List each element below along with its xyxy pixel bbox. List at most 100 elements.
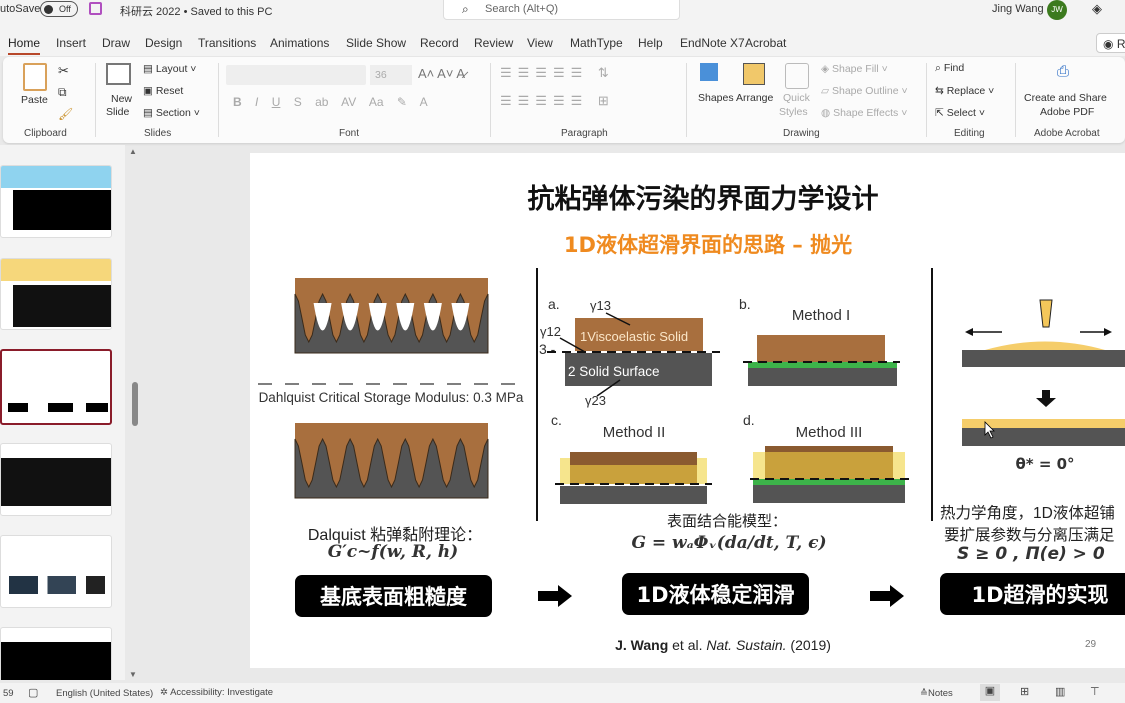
layout-button[interactable]: Layout [156, 63, 188, 75]
method1-substrate [748, 368, 897, 386]
autosave-label: utoSave [0, 3, 41, 15]
new-slide-button[interactable]: New [111, 93, 132, 105]
slide-thumbnail[interactable] [0, 165, 112, 238]
accessibility-button[interactable]: ✲ Accessibility: Investigate [160, 687, 273, 698]
select-button[interactable]: Select [947, 107, 976, 119]
tab-animations[interactable]: Animations [270, 36, 329, 50]
gamma23-label: γ23 [585, 393, 606, 408]
language-indicator[interactable]: English (United States) [56, 688, 153, 699]
new-slide-icon[interactable] [106, 63, 131, 85]
tab-home[interactable]: Home [8, 36, 41, 55]
title-bar: utoSave Off 科研云 2022 • Saved to this PC … [0, 0, 1125, 30]
slide-thumbnail[interactable] [0, 258, 112, 330]
arrange-button[interactable]: Arrange [736, 92, 773, 104]
method3-label: Method III [795, 424, 863, 441]
tab-slide-show[interactable]: Slide Show [346, 36, 406, 50]
thumbnail-scrollbar[interactable]: ▲ ▼ [128, 145, 140, 680]
search-icon: ⌕ [462, 2, 469, 16]
gamma12-label: γ12 [540, 324, 561, 339]
arrange-icon[interactable] [743, 63, 765, 85]
record-button[interactable]: ◉ R [1096, 33, 1125, 53]
substrate-roughness-box: 基底表面粗糙度 [295, 575, 492, 617]
shape-fill-button[interactable]: Shape Fill [832, 63, 879, 75]
tab-draw[interactable]: Draw [102, 36, 130, 50]
accessibility-icon: ✲ [160, 687, 168, 698]
find-button[interactable]: Find [944, 62, 964, 74]
paste-icon[interactable] [23, 63, 47, 91]
font-size-buttons[interactable]: A˄ A˅ A̷ [418, 66, 465, 81]
save-icon[interactable] [89, 2, 102, 15]
slide-thumbnail[interactable] [0, 443, 112, 516]
tab-view[interactable]: View [527, 36, 553, 50]
tab-help[interactable]: Help [638, 36, 663, 50]
method3-substrate [753, 485, 905, 503]
avatar[interactable]: JW [1047, 0, 1067, 20]
solid-surface-label: 2 Solid Surface [568, 364, 660, 379]
normal-view-icon[interactable]: ▣ [980, 684, 1000, 701]
format-painter-icon[interactable]: 🖌 [58, 107, 73, 121]
notes-button[interactable]: ≙Notes [920, 688, 953, 699]
method3-block [765, 446, 893, 452]
status-bar: 59 ▢ English (United States) ✲ Accessibi… [0, 683, 1125, 703]
slide-thumbnail[interactable] [0, 535, 112, 608]
tab-endnote[interactable]: EndNote X7 [680, 36, 745, 50]
rough-surface-diagram-top [294, 278, 489, 354]
cut-icon[interactable]: ✂ [58, 63, 69, 79]
tab-mathtype[interactable]: MathType [570, 36, 623, 50]
panel-label-c: c. [551, 412, 562, 428]
shapes-icon[interactable] [700, 63, 718, 81]
method2-swollen [570, 465, 697, 484]
toggle-state: Off [59, 4, 71, 14]
slide-canvas[interactable]: 抗粘弹体污染的界面力学设计 1D液体超滑界面的思路 – 抛光 Dahlquist… [250, 153, 1125, 668]
panel-label-d: d. [743, 412, 755, 428]
tab-review[interactable]: Review [474, 36, 513, 50]
group-label-font: Font [339, 128, 360, 139]
font-name-field[interactable] [226, 65, 366, 85]
spellcheck-icon[interactable]: ▢ [28, 686, 38, 699]
quick-styles-icon[interactable] [785, 63, 809, 89]
group-label-acrobat: Adobe Acrobat [1034, 128, 1100, 139]
quick-styles-button[interactable]: Quick [783, 92, 810, 104]
paste-button[interactable]: Paste [21, 94, 48, 106]
replace-button[interactable]: Replace [947, 85, 986, 97]
scrollbar-thumb[interactable] [132, 382, 138, 426]
ribbon-tabs: Home Insert Draw Design Transitions Anim… [0, 30, 1125, 56]
autosave-toggle[interactable]: Off [40, 1, 78, 17]
list-buttons[interactable]: ☰☰☰☰☰ ⇅ [500, 65, 615, 81]
shape-outline-button[interactable]: Shape Outline [832, 85, 899, 97]
slideshow-icon[interactable]: ⊤ [1090, 685, 1100, 698]
liquid-lubrication-box: 1D液体稳定润滑 [622, 573, 809, 615]
tab-design[interactable]: Design [145, 36, 182, 50]
tab-acrobat[interactable]: Acrobat [745, 36, 786, 50]
search-box[interactable]: ⌕ Search (Alt+Q) [443, 0, 680, 20]
document-title[interactable]: 科研云 2022 • Saved to this PC [120, 3, 272, 19]
create-pdf-label: Adobe PDF [1040, 106, 1095, 118]
shapes-button[interactable]: Shapes [698, 92, 734, 104]
ribbon: Paste ✂ ⧉ 🖌 Clipboard New Slide ▤ Layout… [3, 57, 1125, 143]
surface-energy-model-label: 表面结合能模型： [666, 513, 788, 530]
dahlquist-formula: G′c~f(w, R, h) [327, 542, 459, 562]
font-size-field[interactable]: 36 [370, 65, 412, 85]
tab-insert[interactable]: Insert [56, 36, 86, 50]
diamond-icon[interactable]: ◈ [1092, 1, 1102, 17]
tab-record[interactable]: Record [420, 36, 459, 50]
section-button[interactable]: Section [156, 107, 191, 119]
slide-thumbnail[interactable] [0, 627, 112, 680]
tab-transitions[interactable]: Transitions [198, 36, 256, 50]
create-pdf-icon[interactable]: ⎙ [1057, 63, 1069, 80]
copy-icon[interactable]: ⧉ [58, 85, 67, 100]
create-pdf-button[interactable]: Create and Share [1024, 92, 1107, 104]
slide-thumbnail-current[interactable] [0, 349, 112, 425]
method1-label: Method I [791, 307, 851, 324]
scroll-down-icon[interactable]: ▼ [129, 670, 137, 679]
reset-button[interactable]: Reset [156, 85, 183, 97]
scroll-up-icon[interactable]: ▲ [129, 147, 137, 156]
font-format-buttons[interactable]: B I U S ab AV Aa ✎ A [233, 95, 428, 109]
surface-energy-formula: G = wₐΦᵥ(da/dt, T, ϵ) [631, 533, 827, 553]
shape-effects-button[interactable]: Shape Effects [833, 107, 898, 119]
group-label-editing: Editing [954, 128, 985, 139]
panel-label-b: b. [739, 296, 751, 312]
align-buttons[interactable]: ☰☰☰☰☰ ⊞ [500, 93, 615, 109]
reading-view-icon[interactable]: ▥ [1055, 685, 1065, 698]
slide-sorter-icon[interactable]: ⊞ [1020, 685, 1029, 698]
